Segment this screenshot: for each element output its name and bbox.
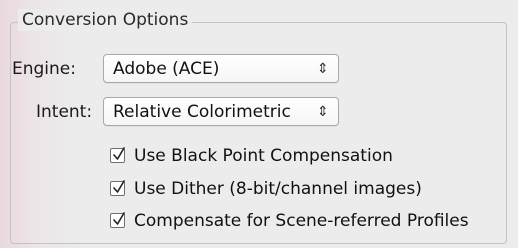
scene-referred-profiles-checkbox[interactable]	[110, 212, 125, 228]
engine-select[interactable]: Adobe (ACE) ⇕	[103, 54, 339, 83]
black-point-compensation-checkbox[interactable]	[110, 147, 125, 163]
scene-referred-profiles-label: Compensate for Scene-referred Profiles	[134, 211, 469, 231]
group-title: Conversion Options	[18, 9, 193, 31]
black-point-compensation-label: Use Black Point Compensation	[134, 146, 393, 166]
checkmark-icon	[113, 147, 125, 160]
use-dither-label: Use Dither (8-bit/channel images)	[134, 179, 422, 199]
checkmark-icon	[113, 180, 125, 193]
intent-label: Intent:	[36, 102, 93, 122]
intent-select[interactable]: Relative Colorimetric ⇕	[103, 97, 339, 126]
engine-selected-value: Adobe (ACE)	[113, 59, 220, 79]
checkmark-icon	[113, 212, 125, 225]
select-arrows-icon: ⇕	[317, 61, 329, 77]
intent-selected-value: Relative Colorimetric	[113, 102, 291, 122]
select-arrows-icon: ⇕	[317, 104, 329, 120]
engine-label: Engine:	[12, 59, 76, 79]
use-dither-checkbox[interactable]	[110, 180, 125, 196]
